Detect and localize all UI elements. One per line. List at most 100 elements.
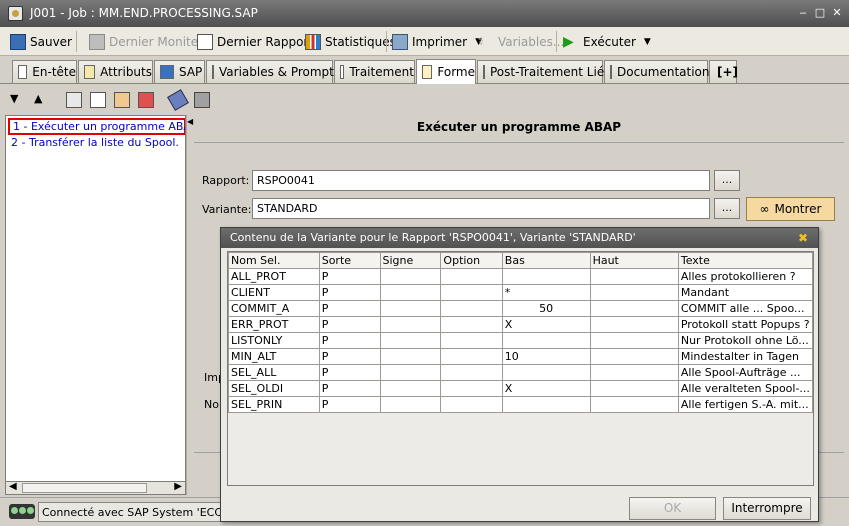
tab-variables-prompts[interactable]: Variables & Prompts xyxy=(206,60,340,83)
cell-high xyxy=(589,300,679,317)
scroll-thumb[interactable] xyxy=(22,483,147,493)
interrupt-button[interactable]: Interrompre xyxy=(723,497,811,520)
browse-report-button[interactable]: ... xyxy=(714,170,740,191)
cell-high xyxy=(589,380,679,397)
variant-field[interactable]: STANDARD xyxy=(252,198,710,219)
last-monitor-button[interactable]: Dernier Moniteur xyxy=(89,32,211,52)
column-header[interactable]: Haut xyxy=(589,252,679,269)
form-title: Exécuter un programme ABAP xyxy=(416,120,622,134)
edit-step-icon[interactable] xyxy=(114,92,130,108)
dialog-close-icon[interactable]: ✖ xyxy=(798,228,808,248)
cell-high xyxy=(589,268,679,285)
cell-low: X xyxy=(501,380,591,397)
table-row[interactable]: ERR_PROT P X Protokoll statt Popups ? xyxy=(228,316,813,333)
save-label: Sauver xyxy=(30,35,72,49)
cell-text: Alles protokollieren ? xyxy=(677,268,813,285)
table-row[interactable]: SEL_OLDI P X Alle veralteten Spool-... xyxy=(228,380,813,397)
tab-header[interactable]: En-tête xyxy=(12,60,77,83)
tab-label: Attributs xyxy=(100,65,152,79)
cell-high xyxy=(589,396,679,413)
cell-option xyxy=(440,380,503,397)
variant-table: Nom Sel. Sorte Signe Option Bas Haut Tex… xyxy=(228,252,813,413)
panel-splitter[interactable]: ◀ xyxy=(186,115,194,495)
cell-type: P xyxy=(318,332,381,349)
table-row[interactable]: SEL_PRIN P Alle fertigen S.-A. mit... xyxy=(228,396,813,413)
glasses-icon: ∞ xyxy=(759,202,770,216)
dialog-title: Contenu de la Variante pour le Rapport '… xyxy=(230,231,636,244)
cell-sign xyxy=(379,268,442,285)
show-button[interactable]: ∞ Montrer xyxy=(746,197,835,221)
last-report-button[interactable]: Dernier Rapport xyxy=(197,32,313,52)
tab-form[interactable]: Forme xyxy=(416,59,476,84)
tab-post-processing[interactable]: Post-Traitement Lié xyxy=(477,60,604,83)
add-step-icon[interactable] xyxy=(66,92,82,108)
cell-text: COMMIT alle ... Spoo... xyxy=(677,300,813,317)
move-up-icon[interactable]: ▲ xyxy=(34,92,50,108)
column-header[interactable]: Bas xyxy=(501,252,591,269)
header-icon xyxy=(18,65,28,79)
cell-text: Alle Spool-Aufträge ... xyxy=(677,364,813,381)
table-row[interactable]: LISTONLY P Nur Protokoll ohne Lö... xyxy=(228,332,813,349)
cell-sign xyxy=(379,284,442,301)
column-header[interactable]: Nom Sel. xyxy=(228,252,320,269)
tab-attributes[interactable]: Attributs xyxy=(78,60,153,83)
table-row[interactable]: ALL_PROT P Alles protokollieren ? xyxy=(228,268,813,285)
cell-name: COMMIT_A xyxy=(228,300,320,317)
cell-sign xyxy=(379,316,442,333)
maximize-icon[interactable]: □ xyxy=(813,6,827,20)
browse-variant-button[interactable]: ... xyxy=(714,198,740,219)
cell-type: P xyxy=(318,300,381,317)
variables-tab-icon xyxy=(212,65,214,79)
step-item[interactable]: 2 - Transférer la liste du Spool. xyxy=(8,135,179,152)
step-item[interactable]: 1 - Exécuter un programme ABAP 'RSPO0041… xyxy=(8,118,185,135)
scroll-right-icon[interactable]: ▶ xyxy=(174,481,182,492)
scroll-left-icon[interactable]: ◀ xyxy=(9,481,17,492)
horizontal-scrollbar[interactable]: ◀ ▶ xyxy=(5,481,186,495)
minimize-icon[interactable]: ‒ xyxy=(796,6,810,20)
table-row[interactable]: MIN_ALT P 10 Mindestalter in Tagen xyxy=(228,348,813,365)
column-header[interactable]: Option xyxy=(440,252,503,269)
execute-dropdown-icon[interactable]: ▼ xyxy=(644,37,651,47)
column-header[interactable]: Sorte xyxy=(318,252,381,269)
print-button[interactable]: Imprimer ▼ xyxy=(392,32,482,52)
post-processing-icon xyxy=(483,65,485,79)
collapse-left-icon[interactable]: ◀ xyxy=(187,117,193,126)
copy-step-icon[interactable] xyxy=(90,92,106,108)
table-row[interactable]: SEL_ALL P Alle Spool-Aufträge ... xyxy=(228,364,813,381)
tab-label: En-tête xyxy=(32,65,76,79)
cell-name: ALL_PROT xyxy=(228,268,320,285)
close-icon[interactable]: ✕ xyxy=(830,6,844,20)
wizard-icon[interactable] xyxy=(167,89,189,111)
table-row[interactable]: CLIENT P * Mandant xyxy=(228,284,813,301)
variant-dialog: Contenu de la Variante pour le Rapport '… xyxy=(220,227,819,522)
move-down-icon[interactable]: ▼ xyxy=(10,92,26,108)
window-title: J001 - Job : MM.END.PROCESSING.SAP xyxy=(30,6,258,20)
cell-low xyxy=(501,364,591,381)
cell-high xyxy=(589,284,679,301)
statistics-button[interactable]: Statistiques xyxy=(305,32,396,52)
table-row[interactable]: COMMIT_A P 50 COMMIT alle ... Spoo... xyxy=(228,300,813,317)
sap-icon xyxy=(160,65,174,79)
tab-sap[interactable]: SAP xyxy=(154,60,205,83)
ok-button[interactable]: OK xyxy=(629,497,716,520)
tab-add[interactable]: [+] xyxy=(709,60,738,83)
execute-label: Exécuter xyxy=(583,35,636,49)
variables-button[interactable]: ⚕ Variables... xyxy=(478,32,564,52)
column-header[interactable]: Signe xyxy=(379,252,442,269)
tab-processing[interactable]: Traitement xyxy=(334,60,415,83)
delete-step-icon[interactable] xyxy=(138,92,154,108)
title-bar: J001 - Job : MM.END.PROCESSING.SAP ‒ □ ✕ xyxy=(0,0,849,27)
tab-label: Forme xyxy=(437,65,475,79)
column-header[interactable]: Texte xyxy=(677,252,813,269)
printer-icon xyxy=(392,34,408,50)
tab-bar: En-tête Attributs SAP Variables & Prompt… xyxy=(0,57,849,84)
dialog-title-bar: Contenu de la Variante pour le Rapport '… xyxy=(221,228,818,248)
settings-icon[interactable] xyxy=(194,92,210,108)
save-button[interactable]: Sauver xyxy=(10,32,72,52)
tab-documentation[interactable]: Documentation xyxy=(604,60,710,83)
report-field[interactable]: RSPO0041 xyxy=(252,170,710,191)
cell-sign xyxy=(379,380,442,397)
report-icon xyxy=(197,34,213,50)
execute-button[interactable]: ▶ Exécuter ▼ xyxy=(563,32,651,52)
monitor-icon xyxy=(89,34,105,50)
